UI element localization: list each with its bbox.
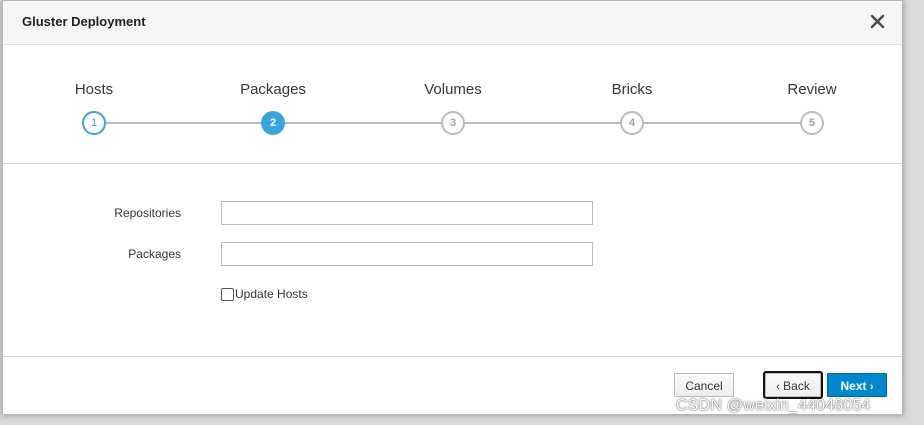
- packages-label: Packages: [128, 247, 181, 261]
- wizard-step-bricks[interactable]: Bricks 4: [572, 45, 692, 163]
- step-label: Volumes: [424, 81, 482, 98]
- back-button[interactable]: ‹ Back: [763, 371, 823, 399]
- update-hosts-option[interactable]: Update Hosts: [221, 286, 308, 302]
- cancel-button[interactable]: Cancel: [674, 373, 734, 397]
- chevron-right-icon: ›: [869, 381, 874, 393]
- dialog-title: Gluster Deployment: [22, 14, 146, 29]
- close-button[interactable]: [867, 11, 889, 33]
- wizard-step-packages[interactable]: Packages 2: [213, 45, 333, 163]
- next-button-label: Next: [840, 379, 867, 393]
- repositories-input[interactable]: [221, 201, 593, 225]
- packages-input[interactable]: [221, 242, 593, 266]
- wizard-step-hosts[interactable]: Hosts 1: [34, 45, 154, 163]
- step-number-circle: 1: [82, 111, 106, 135]
- step-number-circle: 4: [620, 111, 644, 135]
- next-button[interactable]: Next ›: [827, 373, 887, 397]
- close-icon: [870, 14, 885, 29]
- step-number-circle: 5: [800, 111, 824, 135]
- step-label: Review: [787, 81, 837, 98]
- back-button-label: Back: [783, 379, 810, 393]
- watermark: CSDN @weixin_44048054: [676, 397, 871, 414]
- update-hosts-checkbox[interactable]: [221, 287, 234, 301]
- step-label: Bricks: [611, 81, 653, 98]
- wizard-step-volumes[interactable]: Volumes 3: [393, 45, 513, 163]
- step-label: Packages: [240, 81, 306, 98]
- chevron-left-icon: ‹: [776, 381, 780, 393]
- dialog-header: Gluster Deployment: [3, 1, 902, 45]
- repositories-label: Repositories: [114, 206, 181, 220]
- update-hosts-label: Update Hosts: [235, 287, 308, 301]
- wizard-steps: Hosts 1 Packages 2 Volumes 3 Bricks 4 Re…: [3, 45, 902, 164]
- step-label: Hosts: [74, 81, 114, 98]
- step-number-circle: 2: [261, 111, 285, 135]
- gluster-deployment-dialog: Gluster Deployment Hosts 1 Packages 2 Vo…: [2, 0, 903, 415]
- step-number-circle: 3: [441, 111, 465, 135]
- wizard-step-review[interactable]: Review 5: [752, 45, 872, 163]
